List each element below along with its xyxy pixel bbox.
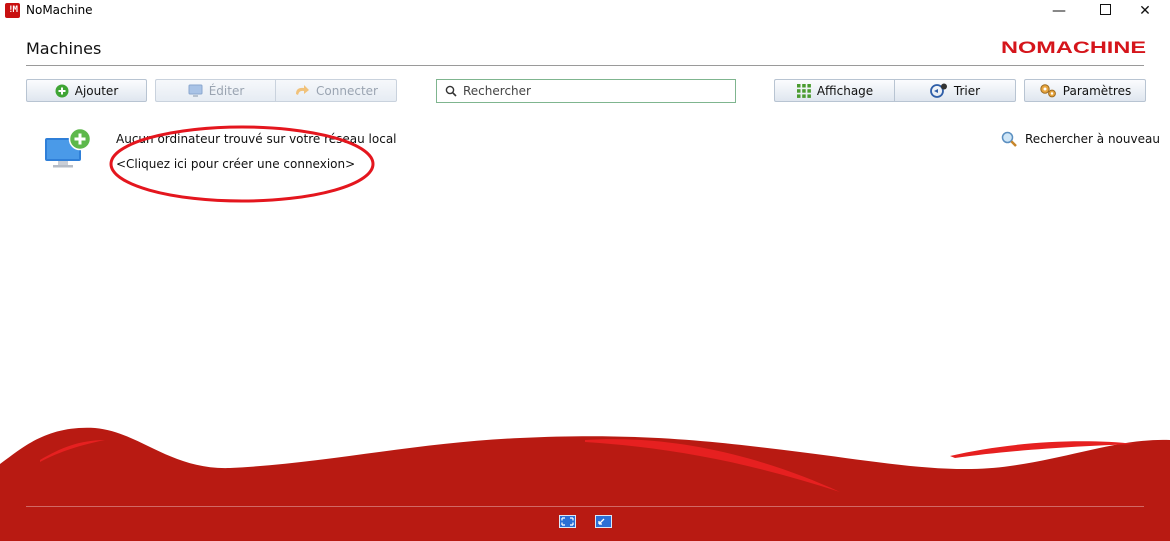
sort-icon	[930, 83, 947, 98]
fullscreen-button[interactable]	[559, 515, 576, 528]
monitor-icon	[188, 84, 203, 97]
app-icon: !M	[5, 3, 20, 18]
magnifier-icon	[1001, 131, 1017, 147]
edit-button-label: Éditer	[208, 83, 245, 98]
fullscreen-icon	[561, 517, 574, 526]
search-input[interactable]	[463, 84, 713, 98]
search-box[interactable]	[436, 79, 736, 103]
window-title: NoMachine	[26, 3, 93, 17]
edit-button[interactable]: Éditer	[155, 79, 276, 102]
footer-divider	[26, 506, 1144, 507]
search-icon	[445, 85, 457, 97]
title-bar: !M NoMachine — ✕	[0, 0, 1170, 22]
sort-button-label: Trier	[953, 83, 981, 98]
add-button-label: Ajouter	[74, 83, 119, 98]
nomachine-logo: NOMACHINE	[1001, 39, 1146, 57]
connect-arrow-icon	[296, 84, 310, 95]
plus-circle-icon	[55, 84, 69, 97]
rescan-link[interactable]: Rechercher à nouveau	[1025, 132, 1160, 146]
maximize-icon	[1099, 4, 1111, 15]
settings-button-label: Paramètres	[1062, 83, 1132, 98]
resize-icon	[598, 518, 605, 525]
close-button[interactable]: ✕	[1122, 0, 1168, 22]
page-title: Machines	[26, 39, 102, 58]
resize-button[interactable]	[595, 515, 612, 528]
connect-button-label: Connecter	[316, 83, 378, 98]
footer-wave	[0, 427, 1170, 541]
minimize-button[interactable]: —	[1036, 0, 1082, 22]
add-machine-icon	[45, 128, 92, 168]
sort-button[interactable]: Trier	[894, 79, 1016, 102]
add-button[interactable]: Ajouter	[26, 79, 147, 102]
header-divider	[26, 65, 1144, 66]
brand-text: NOMACHINE	[1001, 39, 1146, 57]
gears-icon	[1040, 84, 1056, 98]
view-button-label: Affichage	[816, 83, 874, 98]
view-button[interactable]: Affichage	[774, 79, 895, 102]
grid-icon	[796, 83, 811, 98]
annotation-circle	[109, 125, 375, 203]
settings-button[interactable]: Paramètres	[1024, 79, 1146, 102]
connect-button[interactable]: Connecter	[275, 79, 397, 102]
